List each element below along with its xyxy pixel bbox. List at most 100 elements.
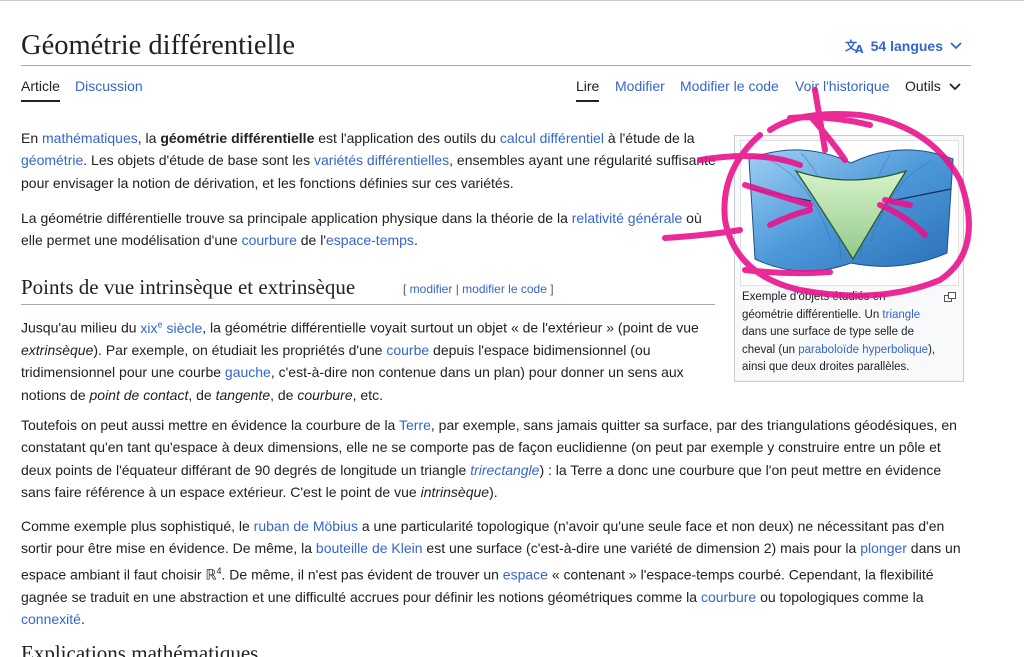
text: pour envisager la notion de dérivation, …	[21, 174, 514, 191]
link-triangle[interactable]: triangle	[882, 309, 920, 321]
tools-menu[interactable]: Outils	[905, 78, 961, 94]
text: constatant qu'en tant qu'espace à deux d…	[21, 439, 941, 456]
text: , la	[137, 130, 161, 146]
text: gagnée se traduit en une abstraction et …	[21, 588, 701, 605]
text: est l'application des outils du	[314, 130, 500, 146]
italic-term: courbure	[297, 386, 353, 403]
text: Comme exemple plus sophistiqué, le	[21, 518, 254, 534]
link-trirectangle[interactable]: trirectangle	[470, 462, 539, 478]
text: ainsi que deux droites parallèles.	[742, 361, 910, 373]
intro-paragraph-2: La géométrie différentielle trouve sa pr…	[21, 207, 721, 252]
link-geometrie[interactable]: géométrie	[21, 152, 83, 168]
text: Toutefois on peut aussi mettre en éviden…	[21, 417, 399, 433]
text: est une surface (c'est-à-dire une variét…	[422, 540, 861, 557]
text: a une particularité topologique (n'avoir…	[357, 518, 945, 534]
link-calcul-differentiel[interactable]: calcul différentiel	[500, 130, 604, 146]
svg-text:A: A	[855, 43, 864, 54]
link-gauche[interactable]: gauche	[225, 364, 271, 380]
text: cheval (un	[742, 343, 799, 356]
text: ).	[489, 483, 498, 500]
text: dans un	[906, 540, 961, 557]
link-connexite[interactable]: connexité	[21, 611, 81, 627]
text: géométrie différentielle. Un	[742, 308, 883, 321]
text: xix	[140, 319, 158, 336]
intro-paragraph-1: En mathématiques, la géométrie différent…	[21, 127, 721, 194]
link-bouteille-de-klein[interactable]: bouteille de Klein	[316, 540, 423, 556]
text: deux points de l'équateur différant de 9…	[21, 461, 471, 478]
text: , de	[270, 386, 298, 403]
tab-edit[interactable]: Modifier	[615, 78, 665, 94]
tab-edit-source[interactable]: Modifier le code	[680, 78, 779, 94]
link-courbure-2[interactable]: courbure	[701, 589, 756, 605]
text: espace ambiant il faut choisir ℝ	[21, 566, 217, 583]
page-tabs: Article Discussion Lire Modifier Modifie…	[21, 68, 971, 104]
text: à l'étude de la	[603, 130, 695, 146]
chevron-down-icon	[949, 78, 961, 94]
page-title: Géométrie différentielle	[21, 30, 296, 61]
text: , c'est-à-dire non contenue dans un plan…	[270, 364, 684, 381]
figure-caption: Exemple d'objets étudiés en géométrie di…	[742, 289, 960, 377]
text: ou topologiques comme la	[756, 588, 924, 605]
section1-paragraph-1: Jusqu'au milieu du xixe siècle, la géomé…	[21, 313, 721, 406]
tab-article[interactable]: Article	[21, 78, 60, 102]
link-xix-siecle[interactable]: xixe siècle	[140, 319, 203, 336]
link-courbe[interactable]: courbe	[386, 342, 429, 358]
saddle-surface-image[interactable]	[740, 140, 959, 286]
link-relativite-generale[interactable]: relativité générale	[572, 210, 683, 226]
text: . De même, il n'est pas évident de trouv…	[221, 566, 503, 583]
figure-thumbnail: Exemple d'objets étudiés en géométrie di…	[734, 135, 964, 382]
text: « contenant » l'espace-temps courbé. Cep…	[547, 566, 934, 583]
text: [	[403, 282, 410, 296]
link-espace[interactable]: espace	[503, 566, 548, 582]
link-paraboloide-hyperbolique[interactable]: paraboloïde hyperbolique	[798, 344, 928, 356]
italic-term: intrinsèque	[420, 483, 490, 500]
section-edit-links: [ modifier | modifier le code ]	[403, 282, 554, 296]
link-terre[interactable]: Terre	[399, 417, 431, 433]
text: Exemple d'objets étudiés en	[742, 291, 886, 303]
text: , etc.	[352, 386, 383, 403]
section-heading-points-de-vue: Points de vue intrinsèque et extrinsèque…	[21, 273, 715, 305]
text: . Les objets d'étude de base sont les	[83, 152, 314, 169]
languages-label: 54 langues	[870, 38, 943, 54]
text: .	[80, 610, 85, 627]
section1-paragraph-3: Comme exemple plus sophistiqué, le ruban…	[21, 515, 971, 630]
title-bar: Géométrie différentielle 文A 54 langues	[21, 28, 971, 66]
link-ruban-de-mobius[interactable]: ruban de Möbius	[254, 518, 358, 534]
italic-term: extrinsèque	[21, 341, 94, 358]
text: siècle	[162, 319, 203, 336]
text: |	[452, 282, 463, 296]
text: ). Par exemple, on étudiait les propriét…	[93, 341, 387, 358]
text: dans une surface de type selle de	[742, 326, 914, 338]
text: sortir pour être mise en évidence. De mê…	[21, 540, 316, 557]
link-mathematiques[interactable]: mathématiques	[42, 130, 138, 146]
text: .	[413, 232, 418, 249]
text: sans faire référence à un espace extérie…	[21, 483, 421, 500]
text: La géométrie différentielle trouve sa pr…	[21, 210, 572, 226]
section1-paragraph-2: Toutefois on peut aussi mettre en éviden…	[21, 414, 971, 503]
text: de l'	[296, 232, 326, 249]
text: tridimensionnel pour une courbe	[21, 364, 225, 381]
link-espace-temps[interactable]: espace-temps	[326, 232, 414, 248]
text: , de	[188, 386, 216, 403]
italic-term: point de contact	[89, 386, 189, 403]
text: , la géométrie différentielle voyait sur…	[202, 319, 699, 336]
top-border	[0, 0, 1024, 1]
link-varietes-differentielles[interactable]: variétés différentielles	[314, 152, 449, 168]
link-plonger[interactable]: plonger	[860, 540, 907, 556]
tools-label: Outils	[905, 78, 941, 94]
section-title: Points de vue intrinsèque et extrinsèque	[21, 275, 356, 299]
languages-button[interactable]: 文A 54 langues	[845, 38, 963, 54]
bold-term: géométrie différentielle	[160, 130, 315, 146]
section-heading-explications: Explications mathématiques	[21, 641, 259, 657]
text: ) : la Terre a donc une courbure que l'o…	[539, 461, 942, 478]
tab-read[interactable]: Lire	[576, 78, 600, 102]
text: En	[21, 130, 43, 146]
section-edit-link[interactable]: modifier	[410, 282, 453, 296]
tab-discussion[interactable]: Discussion	[75, 78, 143, 94]
text: ]	[546, 282, 554, 296]
text: , ensembles ayant une régularité suffisa…	[449, 152, 716, 169]
tab-history[interactable]: Voir l'historique	[795, 78, 890, 94]
section-edit-source-link[interactable]: modifier le code	[462, 282, 547, 296]
link-courbure[interactable]: courbure	[242, 232, 297, 248]
italic-term: tangente	[215, 386, 271, 403]
